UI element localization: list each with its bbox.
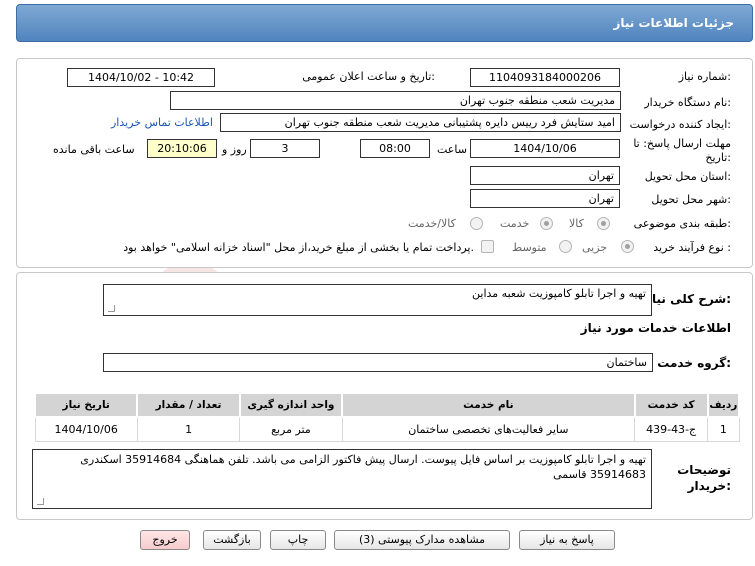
category-option-both: کالا/خدمت: [408, 217, 456, 230]
deadline-date-field: 1404/10/06: [470, 139, 620, 158]
payment-note: پرداخت تمام یا بخشی از مبلغ خرید،از محل …: [123, 241, 474, 254]
deadline-time-label: ساعت: [437, 143, 467, 156]
remaining-label: ساعت باقی مانده: [53, 143, 135, 156]
process-radio-minor[interactable]: [621, 240, 634, 253]
services-section-title: اطلاعات خدمات مورد نیاز: [580, 321, 731, 335]
reply-button[interactable]: پاسخ به نیاز: [519, 530, 615, 550]
province-field: تهران: [470, 166, 620, 185]
buyer-notes-text: تهیه و اجرا تابلو کامپوزیت بر اساس فایل …: [80, 453, 646, 481]
days-label: روز و: [222, 143, 247, 156]
city-field: تهران: [470, 189, 620, 208]
cell-unit: متر مربع: [239, 416, 343, 442]
buyer-field: مدیریت شعب منطقه جنوب تهران: [170, 91, 621, 110]
creator-field: امید ستایش فرد رییس دایره پشتیبانی مدیری…: [220, 113, 621, 132]
cell-quantity: 1: [136, 416, 241, 442]
col-name: نام خدمت: [341, 392, 636, 418]
service-group-field: ساختمان: [103, 353, 653, 372]
deadline-label: مهلت ارسال پاسخ: تا تاریخ:: [633, 137, 731, 164]
process-option-medium: متوسط: [512, 241, 547, 254]
table-row: 1 ج-43-439 سایر فعالیت‌های تخصصی ساختمان…: [34, 416, 740, 442]
summary-textarea[interactable]: تهیه و اجرا تابلو کامپوزیت شعبه مداین: [103, 284, 652, 316]
category-radio-service[interactable]: [540, 217, 553, 230]
col-unit: واحد اندازه گیری: [238, 392, 344, 418]
page-title: جزئیات اطلاعات نیاز: [613, 16, 734, 30]
cell-date: 1404/10/06: [34, 416, 138, 442]
buyer-notes-textarea[interactable]: تهیه و اجرا تابلو کامپوزیت بر اساس فایل …: [32, 449, 652, 509]
resize-handle-icon[interactable]: [108, 305, 115, 312]
creator-label: ایجاد کننده درخواست:: [629, 118, 731, 131]
buyer-notes-label: توضیحات خریدار:: [677, 463, 731, 493]
col-date: تاریخ نیاز: [33, 392, 139, 418]
process-option-minor: جزیی: [582, 241, 608, 254]
process-label: نوع فرآیند خرید :: [653, 241, 731, 254]
cell-name: سایر فعالیت‌های تخصصی ساختمان: [341, 416, 636, 442]
summary-text: تهیه و اجرا تابلو کامپوزیت شعبه مداین: [472, 287, 646, 300]
treasury-checkbox[interactable]: [481, 240, 494, 253]
col-row: ردیف: [706, 392, 741, 418]
services-table: ردیف کد خدمت نام خدمت واحد اندازه گیری ت…: [33, 392, 741, 442]
exit-button[interactable]: خروج: [140, 530, 190, 550]
province-label: استان محل تحویل:: [644, 170, 731, 183]
resize-handle-icon[interactable]: [37, 498, 44, 505]
remaining-time-field: 20:10:06: [147, 139, 217, 158]
deadline-time-field: 08:00: [360, 139, 430, 158]
col-quantity: تعداد / مقدار: [136, 392, 241, 418]
page-header: جزئیات اطلاعات نیاز: [16, 4, 753, 42]
buyer-label: نام دستگاه خریدار:: [644, 96, 731, 109]
contact-info-link[interactable]: اطلاعات تماس خریدار: [111, 116, 213, 129]
days-field: 3: [250, 139, 320, 158]
back-button[interactable]: بازگشت: [203, 530, 261, 550]
announce-field: 1404/10/02 - 10:42: [67, 68, 215, 87]
category-label: طبقه بندی موضوعی:: [633, 217, 731, 230]
process-radio-medium[interactable]: [559, 240, 572, 253]
attachments-button[interactable]: مشاهده مدارک پیوستی (3): [334, 530, 510, 550]
table-header-row: ردیف کد خدمت نام خدمت واحد اندازه گیری ت…: [33, 392, 741, 418]
summary-label: شرح کلی نیاز:: [645, 292, 731, 306]
need-number-field: 1104093184000206: [470, 68, 620, 87]
city-label: شهر محل تحویل:: [651, 193, 731, 206]
category-radio-both[interactable]: [470, 217, 483, 230]
category-option-service: خدمت: [500, 217, 530, 230]
cell-row: 1: [707, 416, 740, 442]
announce-label: تاریخ و ساعت اعلان عمومی:: [302, 70, 435, 83]
col-code: کد خدمت: [633, 392, 709, 418]
print-button[interactable]: چاپ: [270, 530, 326, 550]
cell-code: ج-43-439: [634, 416, 709, 442]
category-option-goods: کالا: [569, 217, 584, 230]
service-group-label: گروه خدمت:: [657, 356, 731, 370]
need-number-label: شماره نیاز:: [678, 70, 731, 83]
category-radio-goods[interactable]: [597, 217, 610, 230]
